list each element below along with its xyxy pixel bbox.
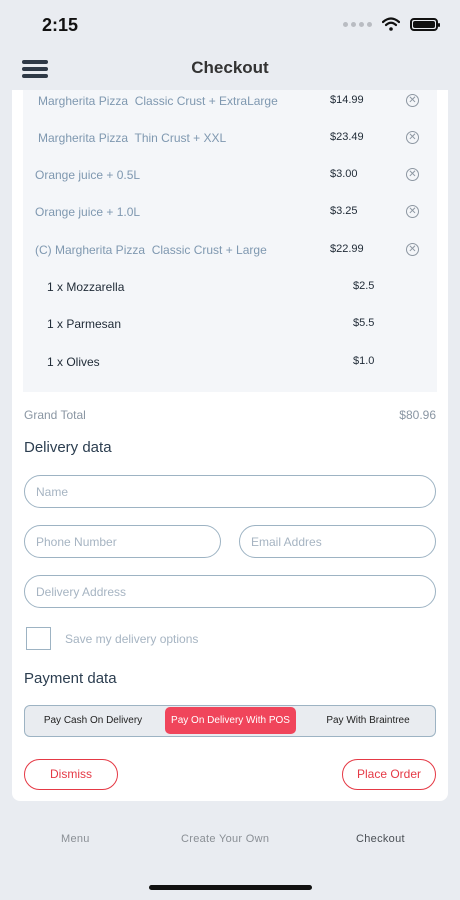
order-item-price: $23.49: [330, 131, 364, 143]
grand-total-label: Grand Total: [24, 408, 86, 422]
battery-icon: [410, 17, 440, 31]
topping-name: 1 x Olives: [47, 355, 100, 369]
signal-dots-icon: [343, 21, 372, 27]
tab-menu[interactable]: Menu: [61, 833, 90, 845]
payment-selector: Pay Cash On Delivery Pay On Delivery Wit…: [24, 705, 436, 737]
dismiss-button[interactable]: Dismiss: [24, 759, 118, 790]
order-item-name: Margherita Pizza Classic Crust + ExtraLa…: [38, 94, 278, 108]
remove-item-icon[interactable]: ✕: [406, 168, 419, 181]
payment-option-pos[interactable]: Pay On Delivery With POS: [165, 707, 296, 734]
order-item-price: $3.25: [330, 205, 358, 217]
order-item: (C) Margherita Pizza Classic Crust + Lar…: [23, 240, 437, 260]
status-icons: [343, 17, 440, 31]
name-field[interactable]: [24, 475, 436, 508]
topping-price: $5.5: [353, 317, 375, 329]
status-time: 2:15: [42, 15, 79, 35]
order-item-price: $14.99: [330, 94, 364, 106]
order-item-name: Margherita Pizza Thin Crust + XXL: [38, 131, 227, 145]
page-title: Checkout: [191, 58, 269, 77]
tab-create-your-own[interactable]: Create Your Own: [181, 833, 269, 845]
phone-field[interactable]: [24, 525, 221, 558]
delivery-address-field[interactable]: [24, 575, 436, 608]
order-item: Orange juice + 1.0L $3.25 ✕: [23, 202, 437, 222]
delivery-title: Delivery data: [24, 439, 112, 456]
order-item-price: $3.00: [330, 168, 358, 180]
order-item-price: $22.99: [330, 243, 364, 255]
topping-row: 1 x Parmesan $5.5: [23, 314, 437, 334]
order-item-name: Orange juice + 1.0L: [35, 205, 141, 219]
order-item: Margherita Pizza Thin Crust + XXL $23.49…: [23, 128, 437, 148]
order-item: Orange juice + 0.5L $3.00 ✕: [23, 165, 437, 185]
save-delivery-checkbox[interactable]: [26, 627, 51, 650]
order-item: Margherita Pizza Classic Crust + ExtraLa…: [23, 91, 437, 111]
topping-name: 1 x Mozzarella: [47, 280, 125, 294]
topping-row: 1 x Mozzarella $2.5: [23, 277, 437, 297]
place-order-button[interactable]: Place Order: [342, 759, 436, 790]
topping-row: 1 x Olives $1.0: [23, 352, 437, 372]
remove-item-icon[interactable]: ✕: [406, 205, 419, 218]
payment-option-braintree[interactable]: Pay With Braintree: [301, 706, 435, 735]
topping-price: $2.5: [353, 280, 375, 292]
wifi-icon: [382, 17, 400, 31]
grand-total-value: $80.96: [399, 408, 436, 422]
order-item-name: (C) Margherita Pizza Classic Crust + Lar…: [35, 243, 267, 257]
checkout-card: Margherita Pizza Classic Crust + ExtraLa…: [12, 90, 448, 801]
header: Checkout: [0, 50, 460, 90]
topping-name: 1 x Parmesan: [47, 317, 122, 331]
status-bar: 2:15: [0, 0, 460, 50]
email-field[interactable]: [239, 525, 436, 558]
tab-checkout[interactable]: Checkout: [356, 833, 405, 845]
grand-total: Grand Total $80.96: [24, 408, 436, 422]
remove-item-icon[interactable]: ✕: [406, 94, 419, 107]
payment-title: Payment data: [24, 670, 117, 687]
home-indicator: [149, 885, 312, 890]
save-delivery-label: Save my delivery options: [65, 632, 199, 646]
order-item-name: Orange juice + 0.5L: [35, 168, 141, 182]
topping-price: $1.0: [353, 355, 375, 367]
remove-item-icon[interactable]: ✕: [406, 243, 419, 256]
tab-bar: Menu Create Your Own Checkout: [0, 828, 460, 852]
order-list: Margherita Pizza Classic Crust + ExtraLa…: [23, 90, 437, 392]
payment-option-cash[interactable]: Pay Cash On Delivery: [25, 706, 161, 735]
remove-item-icon[interactable]: ✕: [406, 131, 419, 144]
